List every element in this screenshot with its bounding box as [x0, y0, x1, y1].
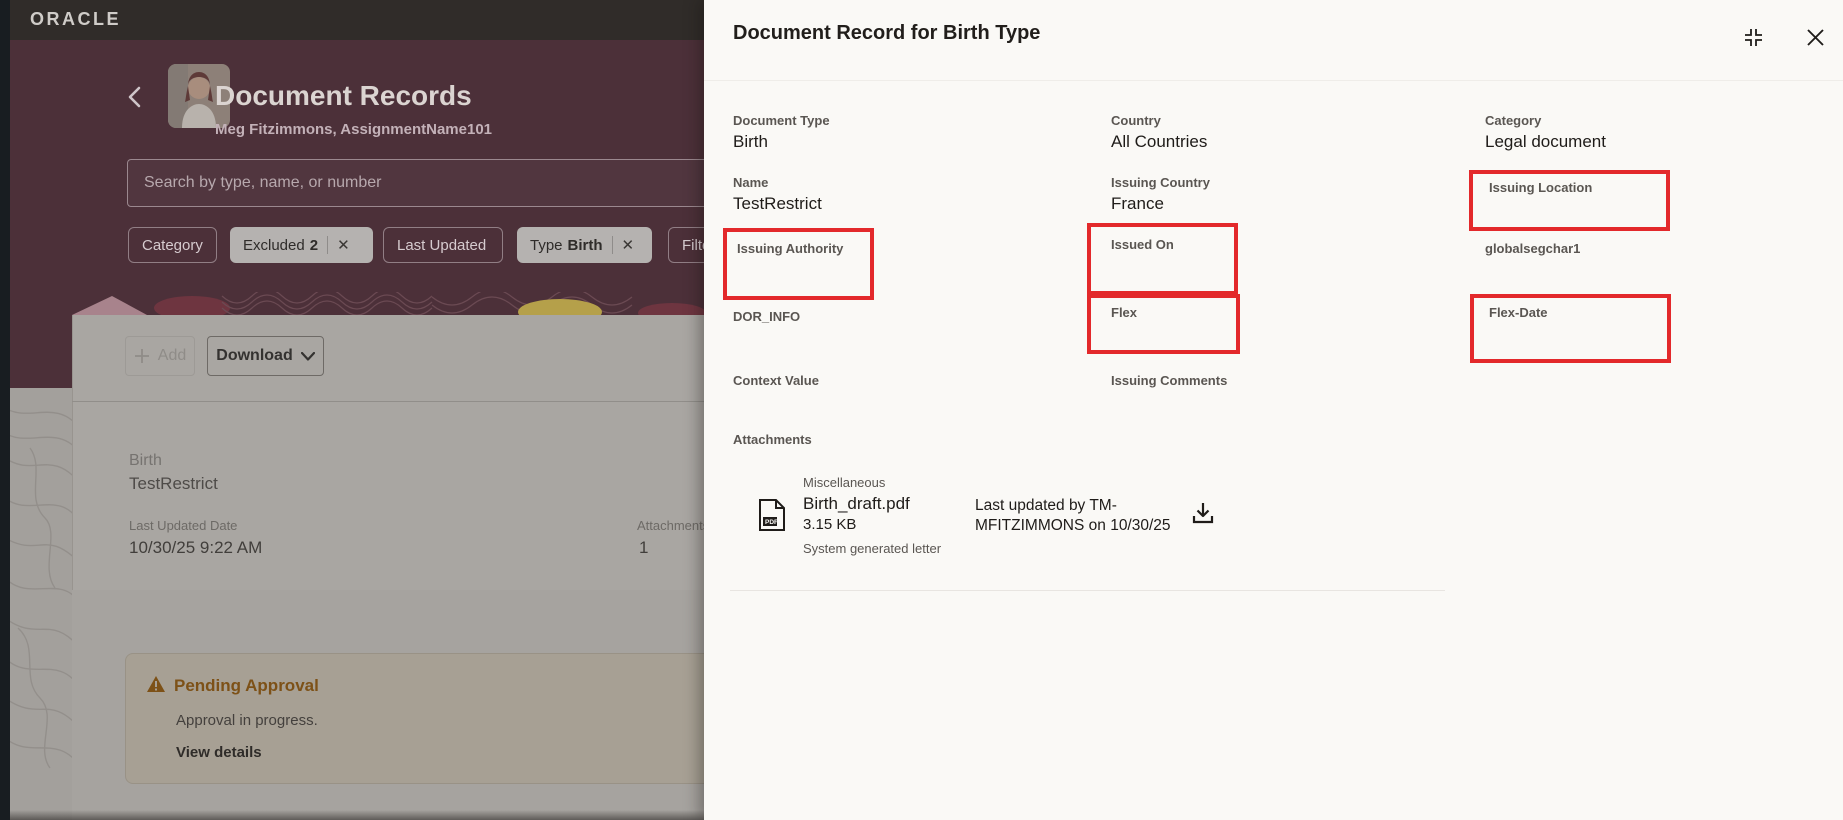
banner-title: Pending Approval: [174, 676, 319, 695]
issuing-country-label: Issuing Country: [1111, 175, 1210, 190]
toolbar-divider: [72, 401, 704, 402]
remove-filter-icon[interactable]: ✕: [337, 236, 350, 254]
view-details-link[interactable]: View details: [176, 744, 262, 761]
filter-chip-last-updated[interactable]: Last Updated: [383, 227, 503, 263]
category-value: Legal document: [1485, 132, 1606, 151]
annotation-box-flex-date: [1470, 294, 1671, 363]
attachments-divider: [730, 590, 1445, 591]
chip-label: Filte: [682, 236, 704, 254]
chip-separator: [611, 236, 613, 254]
drawer-title: Document Record for Birth Type: [733, 22, 1041, 44]
country-label: Country: [1111, 113, 1161, 128]
globalsegchar1-label: globalsegchar1: [1485, 241, 1581, 256]
document-record-drawer: Document Record for Birth Type Document …: [704, 0, 1843, 820]
background-page: ORACLE Document Records Meg Fitzimmons, …: [0, 0, 704, 820]
name-label: Name: [733, 175, 769, 190]
chip-label: Type: [530, 236, 563, 254]
record-attachments-count: 1: [639, 538, 649, 557]
page-subtitle: Meg Fitzimmons, AssignmentName101: [215, 121, 493, 138]
category-label: Category: [1485, 113, 1542, 128]
chevron-down-icon: [300, 351, 315, 361]
download-button-label: Download: [216, 347, 293, 364]
document-type-label: Document Type: [733, 113, 830, 128]
chip-value: Birth: [567, 236, 603, 254]
download-attachment-button[interactable]: [1190, 500, 1216, 526]
top-app-bar: ORACLE: [10, 0, 704, 40]
decorative-contour-texture: [10, 388, 72, 820]
document-type-value: Birth: [733, 132, 768, 151]
record-type: Birth: [129, 452, 162, 469]
chip-separator: [327, 236, 329, 254]
filter-chip-filters[interactable]: Filte: [668, 227, 704, 263]
chip-label: Excluded: [243, 236, 305, 254]
bottom-shadow: [10, 810, 704, 820]
annotation-box-issuing-authority: [723, 228, 874, 300]
header-divider: [704, 80, 1843, 81]
banner-message: Approval in progress.: [176, 712, 318, 729]
decorative-hero-band: [72, 292, 704, 315]
record-name[interactable]: TestRestrict: [129, 474, 218, 494]
country-value: All Countries: [1111, 132, 1208, 151]
attachments-section-label: Attachments: [733, 432, 812, 447]
add-button-label: Add: [157, 347, 187, 364]
record-last-updated-label: Last Updated Date: [129, 518, 238, 533]
svg-text:PDF: PDF: [765, 519, 778, 526]
search-input[interactable]: [128, 160, 704, 206]
filter-chip-excluded[interactable]: Excluded 2 ✕: [230, 227, 373, 263]
dor-info-label: DOR_INFO: [733, 309, 801, 324]
download-icon: [1192, 503, 1214, 524]
hero-left-rail: [10, 300, 72, 388]
context-value-label: Context Value: [733, 373, 819, 388]
annotation-box-issued-on: [1087, 223, 1238, 295]
attachment-filename[interactable]: Birth_draft.pdf: [803, 494, 910, 514]
warning-icon: [147, 676, 165, 693]
pdf-file-icon: PDF: [758, 498, 786, 532]
plus-icon: [134, 349, 149, 363]
annotation-box-flex: [1087, 294, 1240, 354]
attachment-last-updated: Last updated by TM-MFITZIMMONS on 10/30/…: [975, 497, 1171, 534]
attachment-description: System generated letter: [803, 541, 942, 556]
collapse-drawer-button[interactable]: [1740, 24, 1766, 50]
add-button[interactable]: Add: [125, 336, 195, 376]
collapse-icon: [1744, 28, 1762, 46]
oracle-logo: ORACLE: [30, 9, 121, 29]
record-last-updated-value: 10/30/25 9:22 AM: [129, 538, 263, 557]
chip-label: Category: [142, 236, 203, 254]
close-drawer-button[interactable]: [1802, 24, 1828, 50]
attachment-size: 3.15 KB: [803, 516, 857, 533]
record-attachments-label: Attachments: [637, 518, 704, 533]
left-edge-strip: [0, 0, 10, 820]
annotation-box-issuing-location: [1469, 170, 1670, 231]
filter-chip-type-birth[interactable]: Type Birth ✕: [517, 227, 652, 263]
filter-chip-category[interactable]: Category: [128, 227, 217, 263]
search-box: [127, 159, 704, 207]
name-value: TestRestrict: [733, 194, 822, 213]
issuing-country-value: France: [1111, 194, 1164, 213]
back-button[interactable]: [125, 85, 145, 109]
remove-filter-icon[interactable]: ✕: [622, 236, 635, 254]
chip-label: Last Updated: [397, 236, 487, 254]
issuing-comments-label: Issuing Comments: [1111, 373, 1228, 388]
chip-count: 2: [309, 236, 319, 254]
attachment-category: Miscellaneous: [803, 475, 886, 490]
page-title: Document Records: [215, 80, 472, 111]
close-icon: [1806, 28, 1824, 46]
download-button[interactable]: Download: [207, 336, 324, 376]
